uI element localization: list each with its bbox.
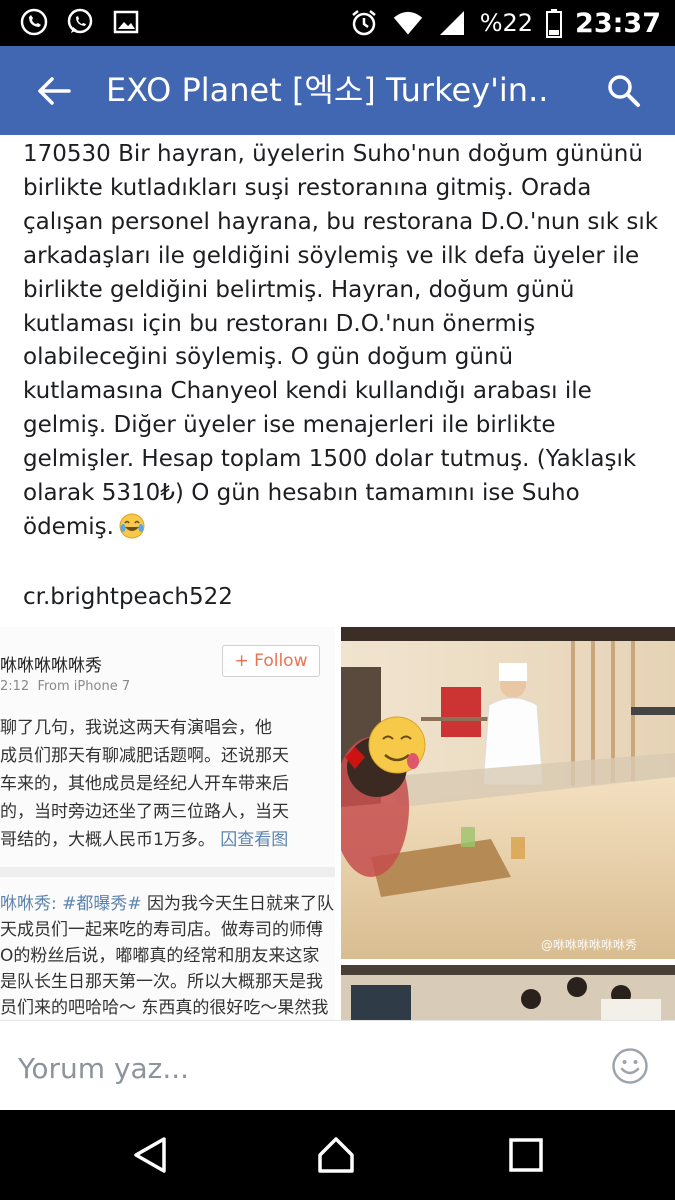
weibo-card: 咻咻咻咻咻秀 2:12 From iPhone 7 + Follow 聊了几句，… [0, 627, 335, 1020]
watermark: @咻咻咻咻咻咻秀 [541, 938, 637, 952]
post-text-content: 170530 Bir hayran, üyelerin Suho'nun doğ… [23, 141, 659, 540]
comment-bar [0, 1020, 675, 1111]
battery-icon [545, 7, 563, 39]
weibo-line: 聊了几句，我说这两天有演唱会，他 [0, 718, 272, 738]
retweet-tag: #都曝秀# [62, 894, 142, 914]
nav-back-button[interactable] [130, 1135, 170, 1175]
app-bar: EXO Planet [엑소] Turkey'in... [0, 46, 675, 135]
view-image-link: 囚查看图 [220, 830, 289, 850]
post-text: 170530 Bir hayran, üyelerin Suho'nun doğ… [23, 138, 659, 551]
weibo-separator [0, 867, 335, 877]
gallery-icon [110, 6, 142, 38]
weibo-line: 哥结的，大概人民币1万多。 囚查看图 [0, 825, 288, 850]
weibo-line: 的，当时旁边还坐了两三位路人，当天 [0, 802, 289, 822]
search-button[interactable] [603, 70, 645, 112]
back-triangle-icon [134, 1137, 166, 1173]
weibo-source: From iPhone 7 [37, 679, 131, 694]
retweet-text: 因为我今天生日就来了队 [141, 894, 335, 914]
recents-icon [509, 1138, 543, 1172]
retweet-user: 咻咻秀: [0, 894, 63, 914]
viber-icon [18, 6, 50, 38]
weibo-line: 成员们那天有聊减肥话题啊。还说那天 [0, 746, 289, 766]
back-arrow-icon [38, 77, 71, 105]
home-icon [318, 1137, 354, 1173]
alarm-icon [348, 7, 380, 39]
photo-restaurant-group[interactable] [341, 965, 675, 1020]
weibo-line: 车来的，其他成员是经纪人开车带来后 [0, 774, 289, 794]
navigation-bar [0, 1110, 675, 1200]
weibo-line-text: 哥结的，大概人民币1万多。 [0, 830, 215, 850]
system-indicators: %22 23:37 [348, 4, 661, 42]
weibo-retweet-line: 天成员们一起来吃的寿司店。做寿司的师傅 [0, 920, 323, 940]
group-photo-illustration [341, 965, 675, 1020]
search-icon [608, 75, 640, 107]
weibo-retweet-line: O的粉丝后说，嘟嘟真的经常和朋友来这家 [0, 946, 320, 966]
weibo-meta: 2:12 From iPhone 7 [0, 679, 130, 694]
back-button[interactable] [34, 71, 74, 111]
comment-input[interactable] [16, 1047, 580, 1089]
weibo-retweet-line: 咻咻秀: #都曝秀# 因为我今天生日就来了队 [0, 889, 334, 914]
weibo-retweet-line: 是队长生日那天第一次。所以大概那天是我 [0, 972, 323, 992]
tears-of-joy-emoji [118, 512, 146, 551]
whatsapp-icon [64, 6, 96, 38]
weibo-retweet-line: 员们来的吧哈哈～ 东西真的很好吃～果然我 [0, 998, 329, 1018]
nav-home-button[interactable] [316, 1135, 356, 1175]
wifi-icon [392, 7, 424, 39]
post-body: 170530 Bir hayran, üyelerin Suho'nun doğ… [23, 138, 659, 551]
signal-icon [436, 7, 468, 39]
nav-recents-button[interactable] [506, 1135, 546, 1175]
status-bar: %22 23:37 [0, 0, 675, 46]
battery-percent: %22 [479, 9, 534, 37]
photo-collage[interactable]: 咻咻咻咻咻秀 2:12 From iPhone 7 + Follow 聊了几句，… [0, 627, 675, 1020]
restaurant-photo-illustration: @咻咻咻咻咻咻秀 [341, 627, 675, 959]
clock: 23:37 [575, 7, 661, 39]
credit-line: cr.brightpeach522 [23, 584, 233, 610]
smiley-icon [612, 1048, 648, 1084]
photo-sushi-restaurant[interactable]: @咻咻咻咻咻咻秀 [341, 627, 675, 959]
photo-weibo-screenshot[interactable]: 咻咻咻咻咻秀 2:12 From iPhone 7 + Follow 聊了几句，… [0, 627, 335, 1020]
page-title: EXO Planet [엑소] Turkey'in... [106, 71, 546, 109]
notification-icons [18, 6, 142, 38]
emoji-button[interactable] [611, 1047, 649, 1085]
weibo-username: 咻咻咻咻咻秀 [0, 656, 102, 676]
weibo-time: 2:12 [0, 679, 30, 694]
follow-button: + Follow [222, 645, 320, 677]
